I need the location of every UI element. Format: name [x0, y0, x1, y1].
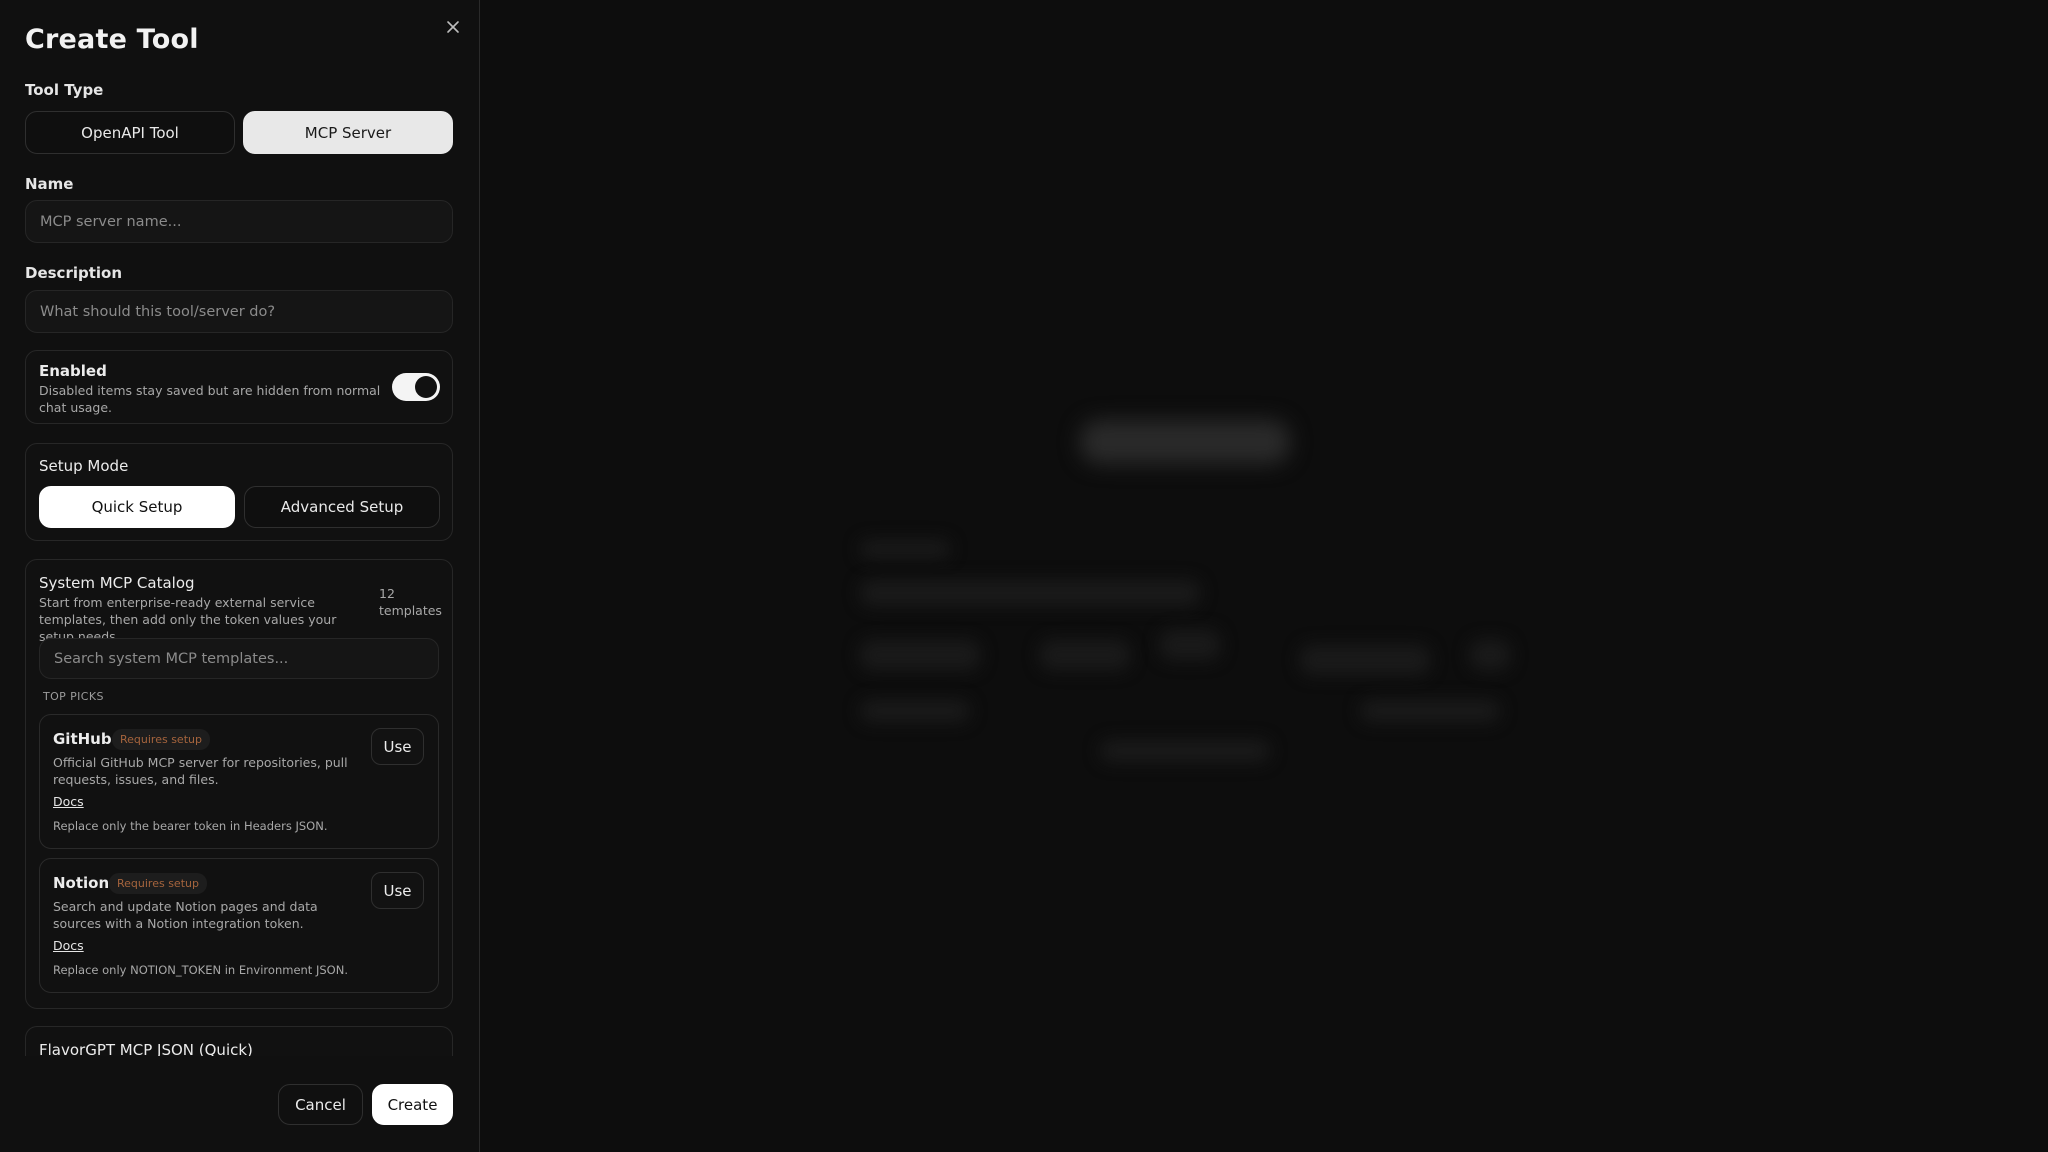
docs-link[interactable]: Docs: [53, 794, 84, 809]
blurred-footer: [860, 700, 970, 722]
create-tool-panel: Create Tool Tool Type OpenAPI Tool MCP S…: [0, 0, 480, 1152]
blurred-label: [860, 540, 950, 558]
name-input[interactable]: [25, 200, 453, 243]
tool-type-openapi-button[interactable]: OpenAPI Tool: [25, 111, 235, 154]
catalog-count-label: templates: [379, 603, 442, 618]
template-note: Replace only the bearer token in Headers…: [53, 819, 328, 833]
quick-setup-button[interactable]: Quick Setup: [39, 486, 235, 528]
blurred-heading: [1080, 420, 1290, 464]
template-description: Search and update Notion pages and data …: [53, 899, 318, 931]
blurred-row: [860, 640, 980, 670]
name-label: Name: [25, 175, 74, 193]
close-icon: [447, 21, 459, 33]
blurred-row: [1470, 640, 1510, 670]
enabled-toggle[interactable]: [392, 373, 440, 401]
template-description: Official GitHub MCP server for repositor…: [53, 755, 348, 787]
enabled-label: Enabled: [39, 362, 107, 380]
advanced-setup-button[interactable]: Advanced Setup: [244, 486, 440, 528]
setup-mode-label: Setup Mode: [39, 457, 129, 475]
blurred-footer: [1360, 700, 1500, 722]
use-github-button[interactable]: Use: [371, 728, 424, 765]
template-name: Notion: [53, 874, 110, 892]
enabled-help-text: Disabled items stay saved but are hidden…: [39, 383, 381, 415]
blurred-row: [1040, 640, 1130, 670]
top-picks-label: TOP PICKS: [43, 690, 104, 703]
blurred-row: [1300, 645, 1430, 675]
toggle-knob: [415, 376, 437, 398]
quick-json-card: FlavorGPT MCP JSON (Quick): [25, 1026, 453, 1059]
template-card-notion: Notion Requires setup Use Search and upd…: [39, 858, 439, 993]
catalog-title: System MCP Catalog: [39, 574, 195, 592]
setup-mode-card: Setup Mode Quick Setup Advanced Setup: [25, 443, 453, 541]
use-notion-button[interactable]: Use: [371, 872, 424, 909]
catalog-count-number: 12: [379, 586, 395, 601]
page-title: Create Tool: [25, 24, 199, 55]
requires-setup-badge: Requires setup: [112, 729, 210, 750]
template-note: Replace only NOTION_TOKEN in Environment…: [53, 963, 348, 977]
description-input[interactable]: [25, 290, 453, 333]
close-button[interactable]: [440, 14, 466, 40]
tool-type-mcp-server-button[interactable]: MCP Server: [243, 111, 453, 154]
cancel-button[interactable]: Cancel: [278, 1084, 363, 1125]
template-name: GitHub: [53, 730, 112, 748]
enabled-card: Enabled Disabled items stay saved but ar…: [25, 350, 453, 424]
description-label: Description: [25, 264, 123, 282]
blurred-row: [1160, 630, 1220, 660]
docs-link[interactable]: Docs: [53, 938, 84, 953]
catalog-search-input[interactable]: [39, 638, 439, 679]
requires-setup-badge: Requires setup: [109, 873, 207, 894]
blurred-footer: [1100, 740, 1270, 762]
blurred-input: [860, 580, 1200, 606]
create-button[interactable]: Create: [372, 1084, 453, 1125]
blurred-background: [480, 0, 2048, 1152]
tool-type-label: Tool Type: [25, 81, 104, 99]
template-card-github: GitHub Requires setup Use Official GitHu…: [39, 714, 439, 849]
